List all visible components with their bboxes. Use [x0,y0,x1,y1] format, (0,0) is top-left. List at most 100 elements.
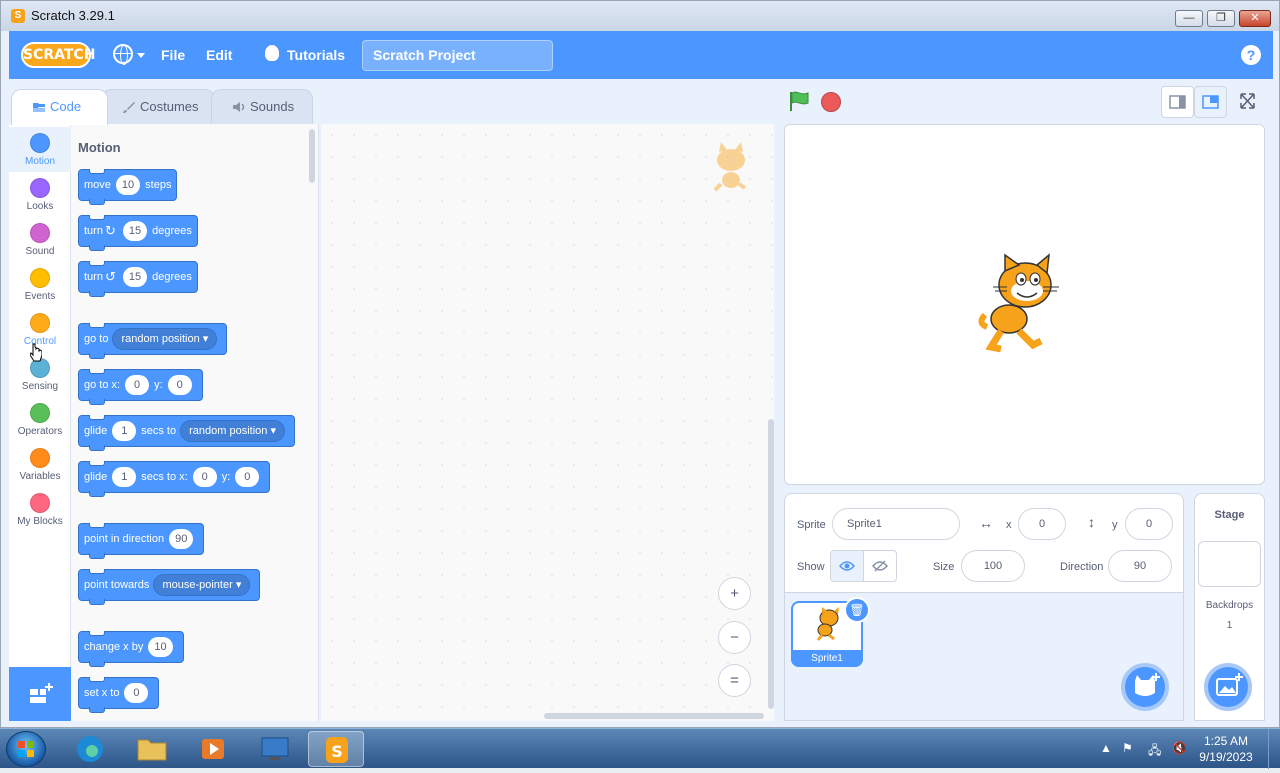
sprite-thumbnail-label: Sprite1 [791,650,863,667]
taskbar-edge[interactable] [62,731,118,767]
windows-logo-icon [18,741,34,757]
add-sprite-button[interactable] [1121,663,1169,711]
x-input[interactable]: 0 [192,467,217,487]
brush-icon [123,102,135,113]
category-label: Motion [24,156,55,167]
x-input[interactable]: 0 [125,375,150,395]
degrees-input[interactable]: 15 [122,221,148,241]
category-events[interactable]: Events [9,262,71,307]
maximize-button[interactable]: ❐ [1207,10,1235,27]
direction-label: Direction [1060,561,1104,573]
change-x-input[interactable]: 10 [148,637,173,657]
svg-text:S: S [331,742,343,761]
tab-code[interactable]: Code [11,89,108,125]
show-hidden-button[interactable] [863,550,897,582]
category-motion[interactable]: Motion [9,127,71,172]
add-extension-button[interactable] [9,667,71,721]
zoom-in-button[interactable]: + [718,577,751,610]
go-to-target-dropdown[interactable]: random position [112,328,218,350]
start-button[interactable] [6,731,46,767]
category-sound[interactable]: Sound [9,217,71,262]
fullscreen-button[interactable] [1231,86,1264,118]
y-input[interactable]: 0 [167,375,192,395]
script-area-horizontal-scrollbar[interactable] [544,713,764,719]
x-position-input[interactable]: 0 [1018,508,1066,540]
tutorials-menu[interactable]: Tutorials [287,31,345,79]
palette-scrollbar[interactable] [309,129,315,183]
normal-stage-button[interactable] [1194,86,1227,118]
taskbar-media-player[interactable] [186,731,242,767]
file-menu[interactable]: File [161,31,185,79]
category-operators[interactable]: Operators [9,397,71,442]
menu-bar: SCRATCH File Edit Tutorials Scratch Proj… [9,31,1273,79]
language-globe-icon[interactable] [113,44,133,65]
go-to-block[interactable]: go to random position [78,323,228,359]
steps-input[interactable]: 10 [115,175,141,195]
point-towards-dropdown[interactable]: mouse-pointer [153,574,251,596]
point-towards-block[interactable]: point towards mouse-pointer [78,569,261,605]
sprite-name-input[interactable]: Sprite1 [832,508,960,540]
y-position-input[interactable]: 0 [1125,508,1173,540]
taskbar-control-panel[interactable] [248,731,304,767]
turn-right-block[interactable]: turn ↻ 15 degrees [78,215,198,251]
category-variables[interactable]: Variables [9,442,71,487]
tab-sounds[interactable]: Sounds [211,89,313,124]
show-visible-button[interactable] [830,550,864,582]
backdrops-label: Backdrops [1205,600,1254,611]
y-input[interactable]: 0 [235,467,260,487]
tray-network-icon[interactable]: 🖧 [1148,741,1161,762]
help-icon[interactable]: ? [1241,45,1261,65]
block-text: set x to [84,687,120,699]
script-area[interactable] [321,124,774,721]
point-in-direction-block[interactable]: point in direction 90 [78,523,205,559]
block-text: move [84,179,111,191]
tray-flag-icon[interactable]: ⚑ [1122,741,1133,755]
delete-sprite-trash-icon[interactable]: 🗑 [844,597,870,623]
turn-left-block[interactable]: turn ↺ 15 degrees [78,261,198,297]
add-backdrop-button[interactable] [1204,663,1252,711]
glide-target-dropdown[interactable]: random position [180,420,285,442]
tab-costumes[interactable]: Costumes [101,89,215,124]
stage-canvas[interactable] [784,124,1265,485]
operators-color-dot [30,403,50,423]
stop-icon[interactable] [821,92,841,112]
zoom-out-button[interactable]: − [718,621,751,654]
tutorials-lightbulb-icon[interactable] [265,45,279,61]
zoom-reset-button[interactable]: = [718,664,751,697]
minimize-button[interactable]: — [1175,10,1203,27]
stage-thumbnail[interactable] [1198,541,1261,587]
eye-slash-icon [872,560,888,572]
go-to-xy-block[interactable]: go to x: 0 y: 0 [78,369,203,405]
show-desktop-button[interactable] [1268,729,1280,769]
category-looks[interactable]: Looks [9,172,71,217]
language-chevron-down-icon[interactable] [137,53,145,58]
change-x-block[interactable]: change x by 10 [78,631,184,667]
taskbar-scratch[interactable]: S [308,731,364,767]
move-steps-block[interactable]: move 10 steps [78,169,178,205]
script-area-vertical-scrollbar[interactable] [768,419,774,709]
size-input[interactable]: 100 [961,550,1025,582]
close-button[interactable]: ✕ [1239,10,1271,27]
direction-input[interactable]: 90 [1108,550,1172,582]
taskbar-file-explorer[interactable] [124,731,180,767]
y-label: y [1112,519,1118,531]
secs-input[interactable]: 1 [112,467,137,487]
set-x-input[interactable]: 0 [124,683,149,703]
secs-input[interactable]: 1 [112,421,137,441]
green-flag-icon[interactable] [788,90,810,112]
glide-to-xy-block[interactable]: glide 1 secs to x: 0 y: 0 [78,461,271,497]
glide-to-block[interactable]: glide 1 secs to random position [78,415,295,451]
category-my-blocks[interactable]: My Blocks [9,487,71,532]
taskbar-clock[interactable]: 1:25 AM 9/19/2023 [1196,733,1256,765]
degrees-input[interactable]: 15 [122,267,148,287]
edit-menu[interactable]: Edit [206,31,232,79]
project-title-input[interactable]: Scratch Project [362,40,553,71]
tray-show-hidden-icon[interactable]: ▲ [1100,741,1112,755]
direction-input[interactable]: 90 [169,529,194,549]
set-x-block[interactable]: set x to 0 [78,677,160,713]
small-stage-button[interactable] [1161,86,1194,118]
cat-sprite-icon[interactable] [971,251,1075,355]
monitor-icon [261,737,289,760]
tray-volume-muted-icon[interactable]: 🔇 [1172,741,1187,755]
scratch-logo[interactable]: SCRATCH [21,42,95,68]
